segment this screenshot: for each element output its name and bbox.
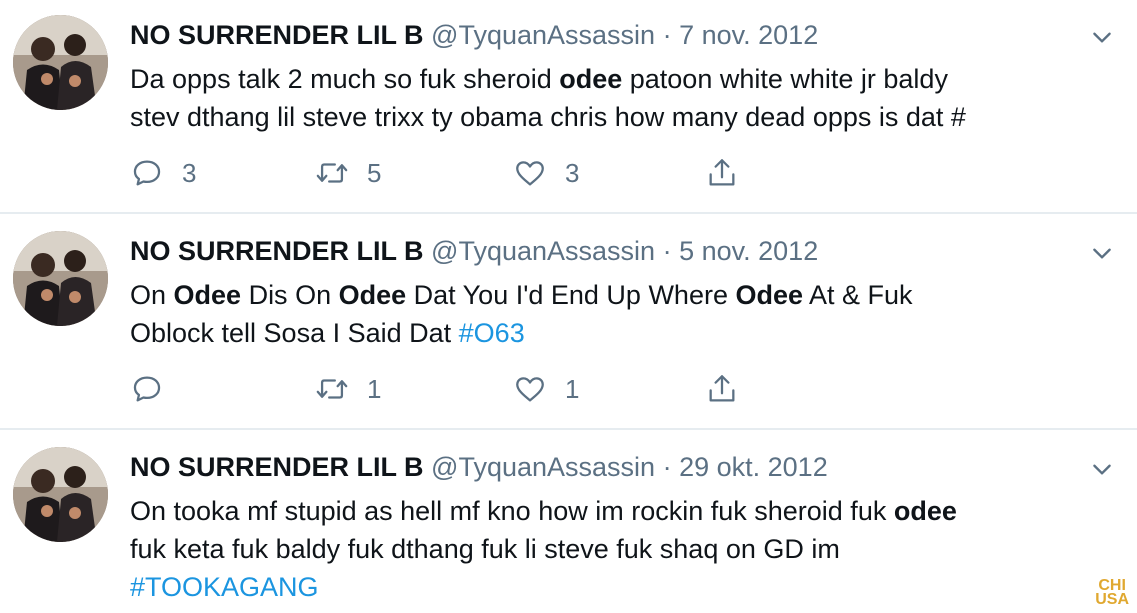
tweet-text-line: Oblock tell Sosa I Said Dat #O63 [130, 314, 1130, 352]
user-handle[interactable]: @TyquanAssassin [431, 236, 655, 266]
display-name[interactable]: NO SURRENDER LIL B [130, 20, 424, 50]
tweet-header: NO SURRENDER LIL B @TyquanAssassin · 29 … [130, 450, 828, 484]
display-name[interactable]: NO SURRENDER LIL B [130, 452, 424, 482]
tweet-text-line: stev dthang lil steve trixx ty obama chr… [130, 98, 1130, 136]
separator-dot: · [662, 236, 672, 266]
reply-button[interactable] [130, 369, 182, 409]
reply-button[interactable]: 3 [130, 153, 196, 193]
avatar-photo [13, 231, 108, 326]
text-segment: Oblock tell Sosa I Said Dat [130, 318, 459, 348]
text-segment: At & Fuk [803, 280, 913, 310]
separator-dot: · [662, 452, 672, 482]
tweet-date[interactable]: 7 nov. 2012 [679, 20, 818, 50]
tweet-date[interactable]: 5 nov. 2012 [679, 236, 818, 266]
tweet-actions: 3 5 3 [130, 153, 770, 193]
tweet[interactable]: NO SURRENDER LIL B @TyquanAssassin · 5 n… [0, 214, 1137, 428]
text-segment: Da opps talk 2 much so fuk sheroid [130, 64, 560, 94]
share-button[interactable] [705, 153, 757, 193]
retweet-icon [316, 379, 348, 399]
tweet-text: Da opps talk 2 much so fuk sheroid odee … [130, 60, 1130, 136]
tweet-actions: 1 1 [130, 369, 770, 409]
tweet-text: On tooka mf stupid as hell mf kno how im… [130, 492, 1130, 606]
tweet-text: On Odee Dis On Odee Dat You I'd End Up W… [130, 276, 1130, 352]
watermark-logo: CHI USA [1095, 578, 1129, 608]
text-bold: Odee [735, 280, 804, 310]
avatar[interactable] [13, 447, 108, 542]
retweet-button[interactable]: 1 [315, 369, 381, 409]
share-button[interactable] [705, 369, 757, 409]
tweet-text-line: On tooka mf stupid as hell mf kno how im… [130, 492, 1130, 530]
user-handle[interactable]: @TyquanAssassin [431, 452, 655, 482]
text-bold: odee [559, 64, 623, 94]
reply-count: 3 [182, 157, 197, 188]
hashtag-link[interactable]: #O63 [459, 318, 525, 348]
tweet-text-line: On Odee Dis On Odee Dat You I'd End Up W… [130, 276, 1130, 314]
text-segment: On tooka mf stupid as hell mf kno how im… [130, 496, 894, 526]
like-count: 3 [565, 157, 580, 188]
text-segment: Dat You I'd End Up Where [406, 280, 736, 310]
chevron-down-icon[interactable] [1089, 24, 1115, 50]
tweet-text-line: Da opps talk 2 much so fuk sheroid odee … [130, 60, 1130, 98]
tweet[interactable]: NO SURRENDER LIL B @TyquanAssassin · 7 n… [0, 0, 1137, 212]
retweet-count: 5 [367, 157, 382, 188]
like-icon [516, 161, 544, 186]
reply-icon [133, 160, 161, 186]
avatar-photo [13, 447, 108, 542]
tweet-date[interactable]: 29 okt. 2012 [679, 452, 828, 482]
tweet[interactable]: NO SURRENDER LIL B @TyquanAssassin · 29 … [0, 430, 1137, 613]
text-segment: stev dthang lil steve trixx ty obama chr… [130, 102, 966, 132]
text-segment: fuk keta fuk baldy fuk dthang fuk li ste… [130, 534, 840, 564]
retweet-button[interactable]: 5 [315, 153, 381, 193]
text-segment: Dis On [241, 280, 339, 310]
tweet-header: NO SURRENDER LIL B @TyquanAssassin · 5 n… [130, 234, 818, 268]
avatar-photo [13, 15, 108, 110]
display-name[interactable]: NO SURRENDER LIL B [130, 236, 424, 266]
text-bold: Odee [173, 280, 242, 310]
user-handle[interactable]: @TyquanAssassin [431, 20, 655, 50]
text-bold: Odee [338, 280, 407, 310]
retweet-icon [316, 163, 348, 183]
text-segment: On [130, 280, 174, 310]
like-icon [516, 377, 544, 402]
retweet-count: 1 [367, 373, 382, 404]
like-button[interactable]: 1 [513, 369, 579, 409]
watermark-text: USA [1095, 591, 1129, 608]
chevron-down-icon[interactable] [1089, 240, 1115, 266]
reply-icon [133, 376, 161, 402]
text-bold: odee [893, 496, 957, 526]
tweet-text-line: fuk keta fuk baldy fuk dthang fuk li ste… [130, 530, 1130, 568]
tweet-text-line: #TOOKAGANG [130, 568, 1130, 606]
share-icon [709, 375, 735, 402]
share-icon [709, 159, 735, 186]
avatar[interactable] [13, 231, 108, 326]
separator-dot: · [662, 20, 672, 50]
text-segment: patoon white white jr baldy [622, 64, 948, 94]
hashtag-link[interactable]: #TOOKAGANG [130, 572, 319, 602]
avatar[interactable] [13, 15, 108, 110]
like-button[interactable]: 3 [513, 153, 579, 193]
like-count: 1 [565, 373, 580, 404]
tweet-header: NO SURRENDER LIL B @TyquanAssassin · 7 n… [130, 18, 818, 52]
chevron-down-icon[interactable] [1089, 456, 1115, 482]
